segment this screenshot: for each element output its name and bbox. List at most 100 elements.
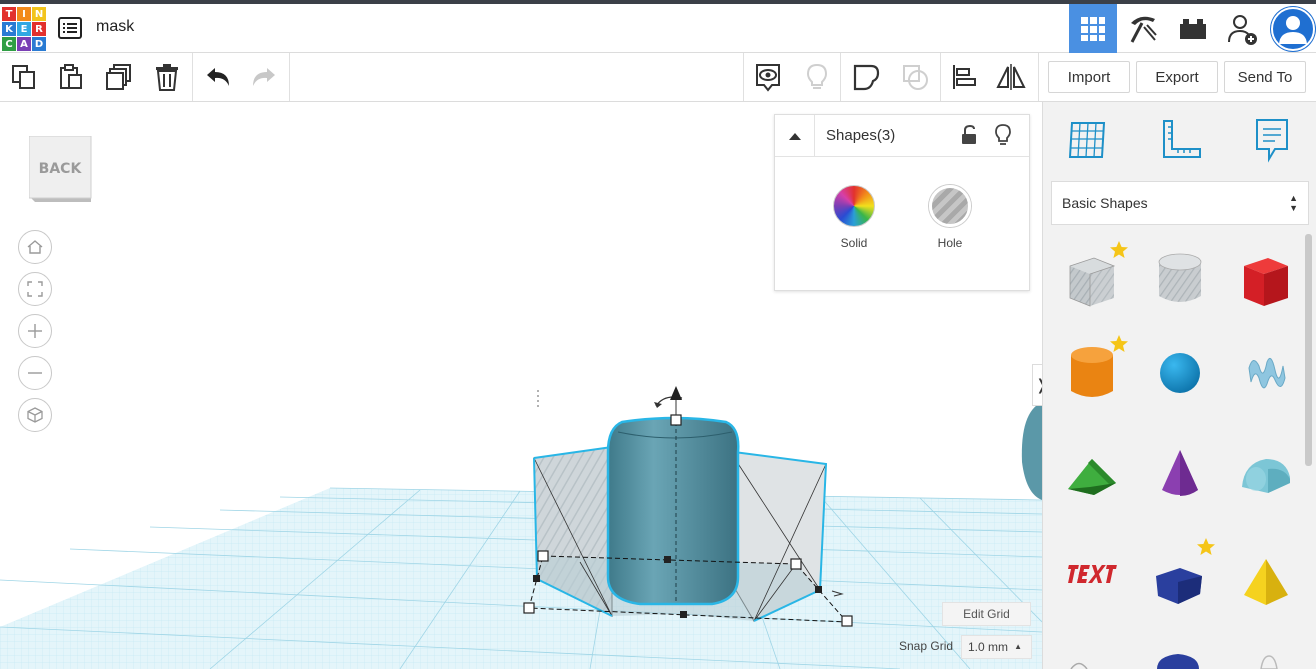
hide-shape-button[interactable] (995, 124, 1011, 150)
ungroup-button[interactable] (899, 61, 931, 93)
solid-option[interactable]: Solid (824, 143, 884, 250)
hole-swatch-icon[interactable] (929, 185, 971, 227)
shape-round-roof[interactable] (1235, 439, 1297, 509)
zoom-in-button[interactable] (18, 314, 52, 348)
cylinder-hole-icon (1158, 253, 1202, 302)
send-to-button[interactable]: Send To (1224, 61, 1306, 93)
offscreen-shape[interactable] (1021, 402, 1042, 500)
shape-sphere[interactable] (1149, 338, 1211, 408)
collapse-panel-button[interactable] (775, 115, 815, 157)
shape-scribble[interactable] (1235, 338, 1297, 408)
shape-cylinder-hole[interactable] (1149, 245, 1211, 315)
sphere-icon (1160, 353, 1200, 393)
workplane-viewport[interactable]: BACK Shapes(3) Solid Hole Edit Grid Snap… (0, 102, 1042, 669)
group-button[interactable] (850, 61, 882, 93)
shape-partial[interactable] (1153, 650, 1203, 669)
shape-partial[interactable] (1259, 654, 1279, 669)
pyramid-icon (1244, 559, 1288, 605)
edge-handle[interactable] (533, 575, 540, 582)
align-button[interactable] (948, 61, 980, 93)
delete-button[interactable] (151, 61, 183, 93)
ruler-icon (1163, 120, 1201, 158)
shapes-scrollbar[interactable] (1305, 234, 1312, 466)
codeblocks-view-button[interactable] (1119, 4, 1167, 53)
favorite-star-icon[interactable] (1109, 334, 1129, 354)
shape-cone[interactable] (1149, 439, 1211, 509)
user-avatar[interactable] (1270, 6, 1316, 52)
paste-button[interactable] (55, 61, 87, 93)
logo-letter: T (2, 7, 16, 21)
workplane-tool-button[interactable] (1063, 116, 1111, 164)
toolbar-separator (940, 53, 941, 101)
logo-letter: E (17, 22, 31, 36)
invite-collaborator-button[interactable] (1219, 4, 1267, 53)
perspective-button[interactable] (18, 398, 52, 432)
logo-letter: N (32, 7, 46, 21)
snap-grid-label: Snap Grid (899, 639, 954, 653)
redo-button[interactable] (248, 61, 280, 93)
lego-bricks-view-button[interactable] (1169, 4, 1217, 53)
show-all-button[interactable] (752, 61, 784, 93)
shape-roof[interactable] (1061, 439, 1123, 509)
shape-pyramid[interactable] (1235, 547, 1297, 617)
resize-handle[interactable] (523, 602, 535, 614)
hole-option[interactable]: Hole (920, 143, 980, 250)
shape-partial[interactable] (1069, 658, 1089, 669)
eye-bubble-icon (756, 64, 780, 92)
design-list-icon[interactable] (58, 17, 82, 39)
zoom-out-button[interactable] (18, 356, 52, 390)
undo-button[interactable] (202, 61, 234, 93)
ruler-tool-button[interactable] (1157, 116, 1205, 164)
home-view-button[interactable] (18, 230, 52, 264)
toolbar-separator (192, 53, 193, 101)
hole-label: Hole (937, 236, 963, 250)
roof-icon (1068, 459, 1116, 495)
shape-text[interactable] (1061, 540, 1123, 610)
toolbar-separator (289, 53, 290, 101)
mirror-button[interactable] (995, 61, 1027, 93)
export-button[interactable]: Export (1136, 61, 1218, 93)
edit-grid-button[interactable]: Edit Grid (942, 602, 1031, 626)
box-icon (1244, 258, 1288, 306)
shape-polygon[interactable] (1149, 550, 1211, 620)
center-handle[interactable] (664, 556, 671, 563)
fit-view-icon (27, 281, 43, 297)
fit-view-button[interactable] (18, 272, 52, 306)
tinkercad-logo[interactable]: TIN KER CAD (2, 7, 46, 51)
shape-category-value: Basic Shapes (1062, 195, 1148, 211)
edge-handle[interactable] (680, 611, 687, 618)
import-button[interactable]: Import (1048, 61, 1130, 93)
notes-tool-button[interactable] (1248, 116, 1296, 164)
logo-letter: I (17, 7, 31, 21)
shape-box[interactable] (1235, 245, 1297, 315)
lightbulb-icon (806, 63, 828, 89)
duplicate-icon (106, 64, 131, 90)
grid-icon (1081, 16, 1105, 41)
3d-design-view-button[interactable] (1069, 4, 1117, 53)
height-handle[interactable] (670, 414, 682, 426)
resize-handle[interactable] (790, 558, 802, 570)
view-cube-label: BACK (39, 161, 83, 177)
pickaxe-icon (1130, 16, 1157, 43)
solid-label: Solid (840, 236, 868, 250)
duplicate-button[interactable] (103, 61, 135, 93)
header-bar: TIN KER CAD mask (0, 4, 1316, 53)
edge-handle[interactable] (815, 586, 822, 593)
resize-handle[interactable] (537, 550, 549, 562)
lock-icon (962, 124, 976, 144)
rotate-handle-icon[interactable] (654, 386, 683, 415)
favorite-star-icon[interactable] (1196, 537, 1216, 557)
shape-category-select[interactable]: Basic Shapes ▲ ▼ (1051, 181, 1309, 225)
view-cube[interactable]: BACK (28, 135, 92, 204)
snap-grid-select[interactable]: 1.0 mm ▲ (961, 635, 1032, 659)
project-name[interactable]: mask (96, 18, 134, 36)
rainbow-swatch-icon[interactable] (833, 185, 875, 227)
favorite-star-icon[interactable] (1109, 240, 1129, 260)
resize-handle[interactable] (841, 615, 853, 627)
toggle-visibility-button[interactable] (801, 61, 833, 93)
solid-shape[interactable] (606, 416, 740, 606)
toolbar-separator (1038, 53, 1039, 101)
polygon-icon (1156, 568, 1202, 604)
copy-button[interactable] (8, 61, 40, 93)
scribble-icon (1248, 357, 1286, 389)
